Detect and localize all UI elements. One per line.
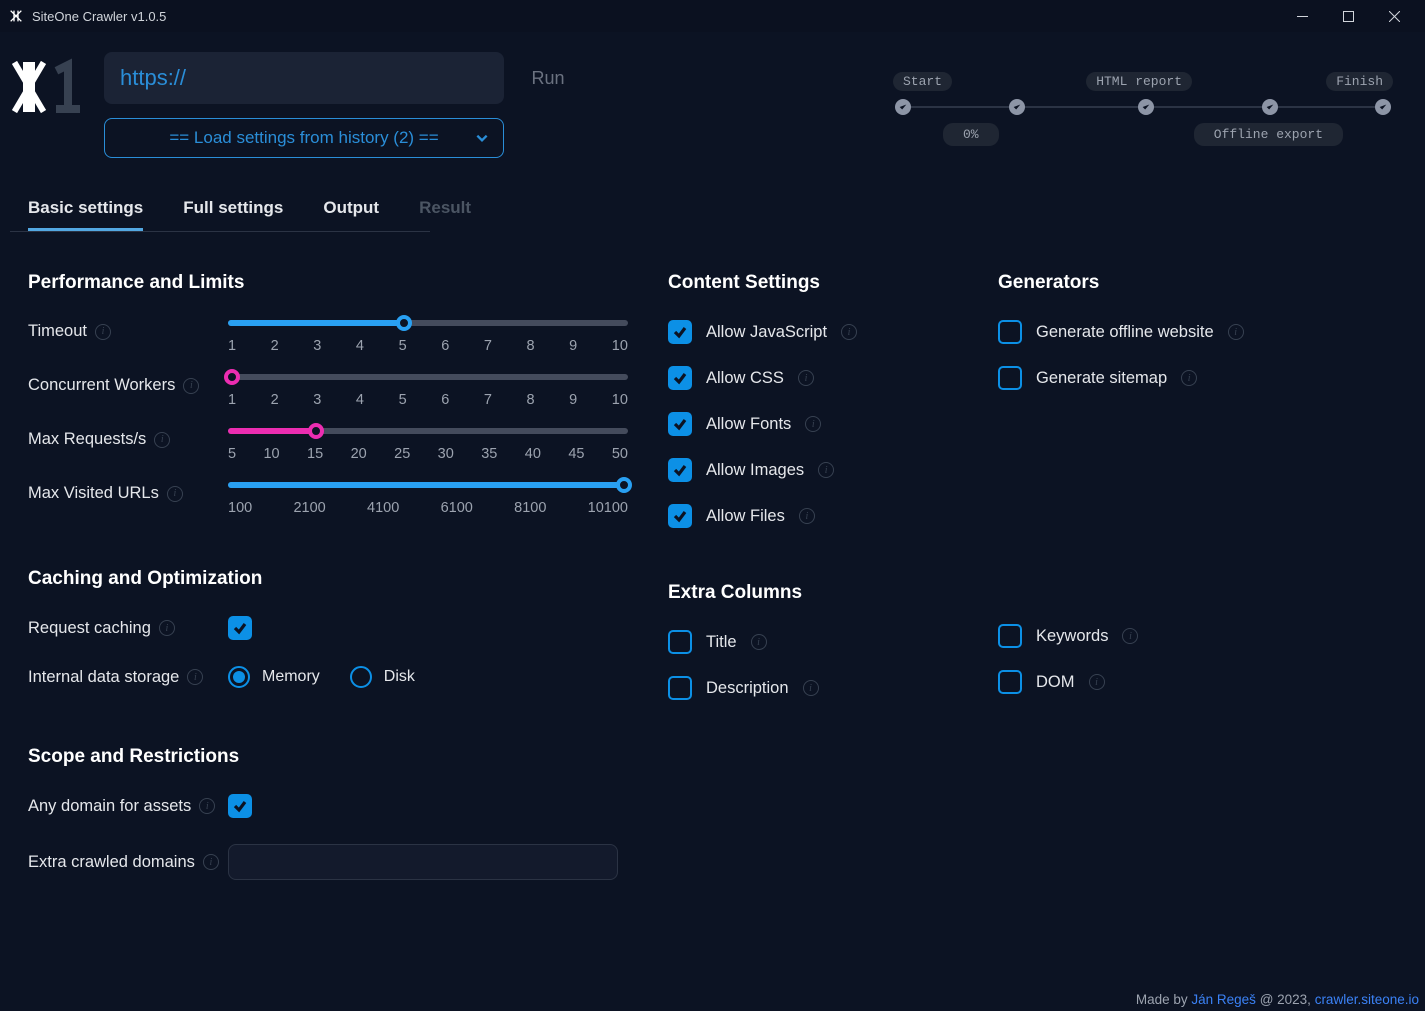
info-icon[interactable]: i [805, 416, 821, 432]
info-icon[interactable]: i [159, 620, 175, 636]
window-title: SiteOne Crawler v1.0.5 [32, 9, 166, 24]
gen-offline-label: Generate offline website [1036, 323, 1214, 342]
gen-sitemap-label: Generate sitemap [1036, 369, 1167, 388]
gen-sitemap-checkbox[interactable] [998, 366, 1022, 390]
title-label: Title [706, 633, 737, 652]
check-icon [895, 99, 911, 115]
tab-basic-settings[interactable]: Basic settings [28, 198, 143, 231]
memory-label: Memory [262, 668, 320, 686]
gen-offline-checkbox[interactable] [998, 320, 1022, 344]
dom-label: DOM [1036, 673, 1075, 692]
memory-radio[interactable] [228, 666, 250, 688]
info-icon[interactable]: i [1089, 674, 1105, 690]
maximize-button[interactable] [1325, 0, 1371, 32]
info-icon[interactable]: i [199, 798, 215, 814]
cache-heading: Caching and Optimization [28, 568, 648, 590]
allow-fonts-label: Allow Fonts [706, 415, 791, 434]
info-icon[interactable]: i [1122, 628, 1138, 644]
workers-label: Concurrent Workers [28, 376, 175, 395]
titlebar: SiteOne Crawler v1.0.5 [0, 0, 1425, 32]
scope-heading: Scope and Restrictions [28, 746, 648, 768]
site-link[interactable]: crawler.siteone.io [1315, 992, 1419, 1007]
disk-radio[interactable] [350, 666, 372, 688]
perf-heading: Performance and Limits [28, 272, 648, 294]
app-icon [8, 8, 24, 24]
progress-stepper: Start HTML report Finish 0% Offline expo… [893, 72, 1393, 146]
urls-slider[interactable]: 100210041006100810010100 [228, 482, 628, 516]
content-heading: Content Settings [668, 272, 978, 294]
extra-domains-input[interactable] [228, 844, 618, 880]
reqcache-label: Request caching [28, 619, 151, 638]
rps-label: Max Requests/s [28, 430, 146, 449]
title-checkbox[interactable] [668, 630, 692, 654]
allow-fonts-checkbox[interactable] [668, 412, 692, 436]
check-icon [1375, 99, 1391, 115]
anydomain-label: Any domain for assets [28, 797, 191, 816]
info-icon[interactable]: i [95, 324, 111, 340]
keywords-checkbox[interactable] [998, 624, 1022, 648]
info-icon[interactable]: i [183, 378, 199, 394]
allow-files-label: Allow Files [706, 507, 785, 526]
footer: Made by Ján Regeš @ 2023, crawler.siteon… [1136, 992, 1419, 1007]
chevron-down-icon [475, 130, 489, 150]
step-finish: Finish [1326, 72, 1393, 91]
check-icon [1009, 99, 1025, 115]
tab-output[interactable]: Output [323, 198, 379, 231]
storage-label: Internal data storage [28, 668, 179, 687]
check-icon [1262, 99, 1278, 115]
author-link[interactable]: Ján Regeš [1191, 992, 1256, 1007]
info-icon[interactable]: i [841, 324, 857, 340]
info-icon[interactable]: i [203, 854, 219, 870]
allow-images-checkbox[interactable] [668, 458, 692, 482]
info-icon[interactable]: i [187, 669, 203, 685]
allow-js-checkbox[interactable] [668, 320, 692, 344]
tabs: Basic settings Full settings Output Resu… [0, 158, 1425, 231]
step-progress: 0% [943, 123, 999, 146]
extracols-heading: Extra Columns [668, 582, 978, 604]
history-label: == Load settings from history (2) == [169, 128, 438, 148]
tab-result: Result [419, 198, 471, 231]
check-icon [1138, 99, 1154, 115]
history-select[interactable]: == Load settings from history (2) == [104, 118, 504, 158]
disk-label: Disk [384, 668, 415, 686]
info-icon[interactable]: i [803, 680, 819, 696]
logo [12, 52, 92, 122]
close-button[interactable] [1371, 0, 1417, 32]
keywords-label: Keywords [1036, 627, 1108, 646]
allow-files-checkbox[interactable] [668, 504, 692, 528]
allow-css-label: Allow CSS [706, 369, 784, 388]
info-icon[interactable]: i [1181, 370, 1197, 386]
info-icon[interactable]: i [799, 508, 815, 524]
step-start: Start [893, 72, 952, 91]
step-offline: Offline export [1194, 123, 1343, 146]
generators-heading: Generators [998, 272, 1308, 294]
rps-slider[interactable]: 5101520253035404550 [228, 428, 628, 462]
reqcache-checkbox[interactable] [228, 616, 252, 640]
header: Run == Load settings from history (2) ==… [0, 32, 1425, 158]
timeout-label: Timeout [28, 322, 87, 341]
info-icon[interactable]: i [751, 634, 767, 650]
minimize-button[interactable] [1279, 0, 1325, 32]
info-icon[interactable]: i [818, 462, 834, 478]
description-checkbox[interactable] [668, 676, 692, 700]
info-icon[interactable]: i [1228, 324, 1244, 340]
info-icon[interactable]: i [798, 370, 814, 386]
run-button[interactable]: Run [516, 52, 580, 104]
info-icon[interactable]: i [154, 432, 170, 448]
workers-slider[interactable]: 12345678910 [228, 374, 628, 408]
info-icon[interactable]: i [167, 486, 183, 502]
url-input[interactable] [104, 52, 504, 104]
allow-js-label: Allow JavaScript [706, 323, 827, 342]
allow-images-label: Allow Images [706, 461, 804, 480]
extra-label: Extra crawled domains [28, 853, 195, 872]
dom-checkbox[interactable] [998, 670, 1022, 694]
timeout-slider[interactable]: 12345678910 [228, 320, 628, 354]
allow-css-checkbox[interactable] [668, 366, 692, 390]
description-label: Description [706, 679, 789, 698]
step-html: HTML report [1086, 72, 1192, 91]
tab-full-settings[interactable]: Full settings [183, 198, 283, 231]
anydomain-checkbox[interactable] [228, 794, 252, 818]
urls-label: Max Visited URLs [28, 484, 159, 503]
